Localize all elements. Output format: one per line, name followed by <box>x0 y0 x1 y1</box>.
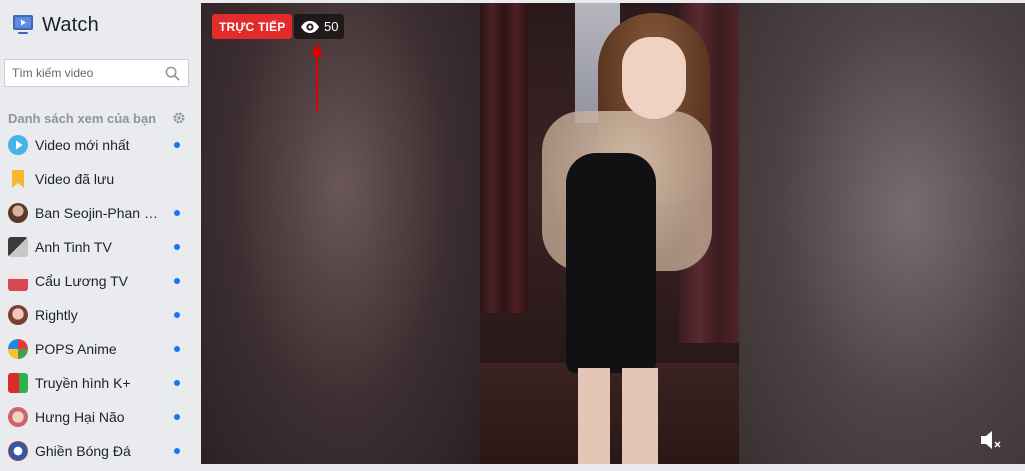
sidebar-item-label: Cẩu Lương TV <box>35 273 129 289</box>
sidebar-item-label: Truyền hình K+ <box>35 375 131 391</box>
unread-dot <box>174 380 180 386</box>
sidebar-item-label: Ban Seojin-Phan Nam <box>35 205 167 221</box>
sidebar-item-label: POPS Anime <box>35 341 117 357</box>
unread-dot <box>174 448 180 454</box>
unread-dot <box>174 244 180 250</box>
eye-icon <box>301 20 319 33</box>
avatar <box>8 407 28 427</box>
sidebar-item-label: Rightly <box>35 307 78 323</box>
sidebar: Watch Danh sách xem của bạn <box>0 0 200 471</box>
video-player[interactable]: TRỰC TIẾP 50 <box>201 3 1025 464</box>
video-scene-curtain-left <box>480 3 528 313</box>
sidebar-item-channel[interactable]: Rightly <box>0 298 200 332</box>
unread-dot <box>174 210 180 216</box>
unread-dot <box>174 312 180 318</box>
play-circle-icon <box>8 135 28 155</box>
sidebar-item-channel[interactable]: Cẩu Lương TV <box>0 264 200 298</box>
video-blur-background-right <box>739 3 1025 464</box>
unread-dot <box>174 278 180 284</box>
sidebar-item-latest-videos[interactable]: Video mới nhất <box>0 128 200 162</box>
avatar <box>8 237 28 257</box>
video-person-face <box>622 37 686 119</box>
video-person-dress <box>566 153 656 373</box>
gear-icon[interactable] <box>172 111 186 125</box>
watch-app: Watch Danh sách xem của bạn <box>0 0 1025 471</box>
unread-dot <box>174 346 180 352</box>
watchlist-heading: Danh sách xem của bạn <box>8 110 157 126</box>
brand[interactable]: Watch <box>12 12 99 38</box>
sidebar-item-label: Anh Tinh TV <box>35 239 112 255</box>
avatar <box>8 339 28 359</box>
sidebar-item-label: Video đã lưu <box>35 171 115 187</box>
avatar <box>8 373 28 393</box>
live-badge: TRỰC TIẾP <box>212 14 293 39</box>
viewer-count: 50 <box>324 19 339 34</box>
sidebar-item-channel[interactable]: Anh Tinh TV <box>0 230 200 264</box>
avatar <box>8 271 28 291</box>
unread-dot <box>174 414 180 420</box>
sidebar-item-channel[interactable]: Truyền hình K+ <box>0 366 200 400</box>
annotation-arrow-up-icon <box>311 43 323 111</box>
video-frame[interactable] <box>480 3 739 464</box>
avatar <box>8 203 28 223</box>
sidebar-item-label: Video mới nhất <box>35 137 130 153</box>
viewer-count-badge: 50 <box>294 14 345 39</box>
search-input[interactable] <box>5 60 155 86</box>
avatar <box>8 441 28 461</box>
video-person-legs <box>578 368 658 464</box>
search-icon[interactable] <box>165 66 180 81</box>
tv-play-icon <box>13 15 33 34</box>
search-box[interactable] <box>4 59 189 87</box>
avatar <box>8 305 28 325</box>
video-blur-background-left <box>201 3 481 464</box>
volume-muted-icon[interactable] <box>979 429 1003 451</box>
sidebar-item-saved-videos[interactable]: Video đã lưu <box>0 162 200 196</box>
sidebar-item-channel[interactable]: POPS Anime <box>0 332 200 366</box>
bookmark-icon <box>12 170 24 188</box>
page-title: Watch <box>42 13 99 36</box>
watchlist: Video mới nhất Video đã lưu Ban Seojin-P… <box>0 128 200 468</box>
sidebar-item-label: Ghiền Bóng Đá <box>35 443 131 459</box>
watchlist-header: Danh sách xem của bạn <box>8 109 186 127</box>
unread-dot <box>174 142 180 148</box>
sidebar-item-channel[interactable]: Ban Seojin-Phan Nam <box>0 196 200 230</box>
sidebar-item-channel[interactable]: Ghiền Bóng Đá <box>0 434 200 468</box>
sidebar-item-label: Hưng Hại Não <box>35 409 125 425</box>
sidebar-item-channel[interactable]: Hưng Hại Não <box>0 400 200 434</box>
